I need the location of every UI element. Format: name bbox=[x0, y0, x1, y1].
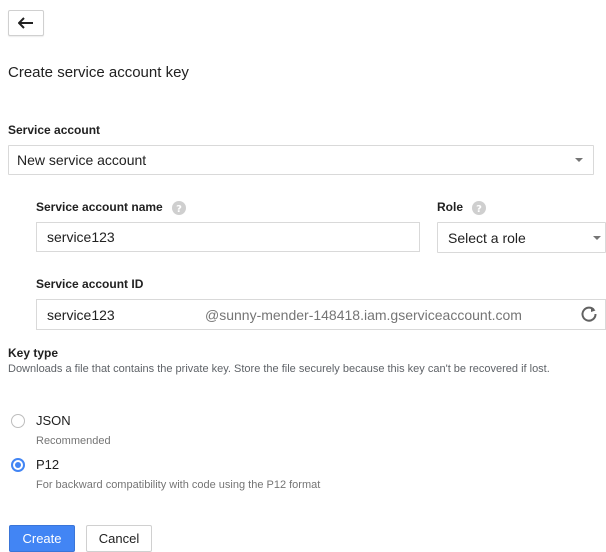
arrow-back-icon bbox=[18, 17, 33, 29]
service-account-name-input[interactable]: service123 bbox=[36, 222, 420, 252]
svg-text:?: ? bbox=[176, 204, 182, 215]
service-account-select[interactable]: New service account bbox=[8, 145, 594, 175]
role-selected: Select a role bbox=[448, 229, 526, 246]
service-account-id-value: service123 bbox=[47, 306, 115, 323]
role-label: Role ? bbox=[437, 200, 487, 215]
back-button[interactable] bbox=[8, 10, 44, 36]
service-account-id-domain: @sunny-mender-148418.iam.gserviceaccount… bbox=[205, 307, 522, 323]
service-account-selected: New service account bbox=[17, 152, 147, 168]
svg-text:?: ? bbox=[476, 204, 482, 215]
help-icon[interactable]: ? bbox=[472, 200, 487, 215]
help-icon[interactable]: ? bbox=[172, 200, 187, 215]
radio-json-sub: Recommended bbox=[36, 435, 111, 447]
service-account-name-value: service123 bbox=[47, 229, 115, 245]
role-select[interactable]: Select a role bbox=[437, 222, 606, 253]
radio-p12-label: P12 bbox=[36, 457, 60, 472]
chevron-down-icon bbox=[575, 158, 583, 162]
page-title: Create service account key bbox=[8, 64, 189, 81]
key-type-label: Key type bbox=[8, 346, 59, 360]
refresh-icon[interactable] bbox=[580, 305, 598, 323]
service-account-id-label: Service account ID bbox=[36, 277, 144, 291]
radio-p12-sub: For backward compatibility with code usi… bbox=[36, 479, 321, 491]
key-type-description: Downloads a file that contains the priva… bbox=[8, 363, 550, 375]
service-account-name-label-text: Service account name bbox=[36, 200, 163, 214]
radio-json-label: JSON bbox=[36, 413, 71, 428]
cancel-button[interactable]: Cancel bbox=[86, 525, 152, 552]
radio-p12[interactable] bbox=[11, 458, 25, 472]
chevron-down-icon bbox=[593, 235, 601, 240]
service-account-label: Service account bbox=[8, 123, 101, 137]
create-button[interactable]: Create bbox=[9, 525, 75, 552]
role-label-text: Role bbox=[437, 200, 464, 214]
service-account-name-label: Service account name ? bbox=[36, 200, 187, 215]
radio-json[interactable] bbox=[11, 414, 25, 428]
